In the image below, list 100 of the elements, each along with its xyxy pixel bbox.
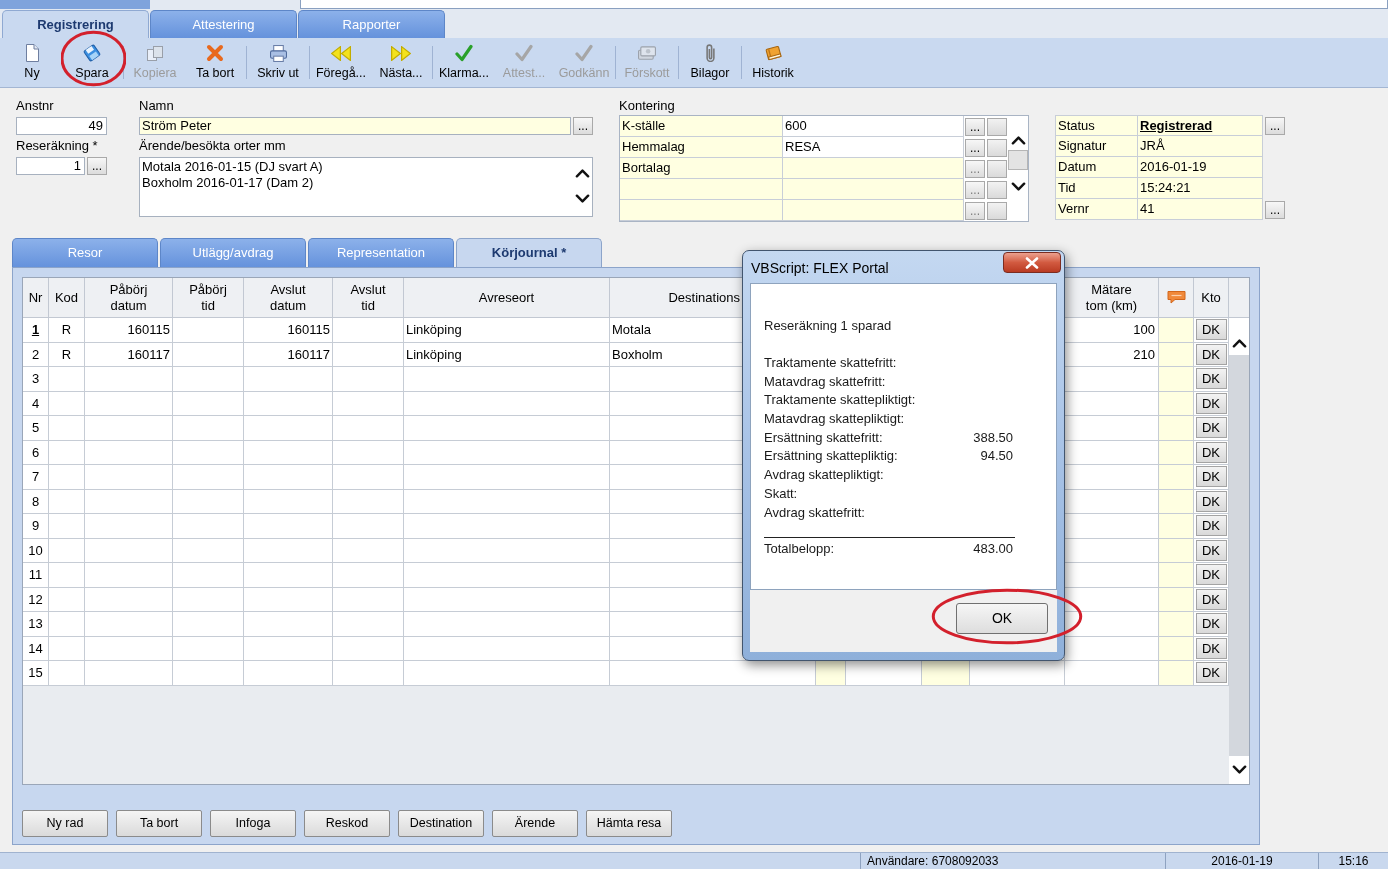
input-field[interactable]: 600 (783, 116, 964, 137)
lookup-button[interactable]: ... (965, 138, 985, 157)
tab[interactable]: Registrering (2, 10, 149, 38)
textarea-field[interactable]: Motala 2016-01-15 (DJ svart A) Boxholm 2016-01-17 (Dam 2) (139, 157, 593, 217)
table-cell (333, 661, 404, 686)
account-button[interactable]: DK (1195, 613, 1227, 635)
chevron-down-icon[interactable] (1231, 765, 1247, 775)
table-cell: 8 (23, 489, 49, 514)
table-cell[interactable] (1159, 514, 1194, 539)
grid-value: JRÅ (1138, 136, 1263, 157)
table-cell[interactable] (1159, 587, 1194, 612)
table-cell[interactable] (1159, 440, 1194, 465)
account-button[interactable]: DK (1195, 466, 1227, 488)
account-button[interactable]: DK (1195, 441, 1227, 463)
toolbar-button[interactable]: Föregå... (313, 38, 369, 87)
table-cell: 160117 (244, 342, 333, 367)
table-cell: 15 (23, 661, 49, 686)
action-button[interactable]: Ärende (492, 810, 578, 837)
table-cell: R (49, 318, 85, 343)
toolbar-button[interactable]: Klarma... (436, 38, 492, 87)
column-header: Avreseort (404, 278, 610, 318)
input-field[interactable]: RESA (783, 137, 964, 158)
action-button[interactable]: Hämta resa (586, 810, 672, 837)
table-cell[interactable] (816, 661, 846, 686)
table-cell (49, 367, 85, 392)
table-cell[interactable] (1159, 489, 1194, 514)
grid-label: Datum (1055, 157, 1138, 178)
scroll-thumb[interactable] (1008, 150, 1028, 170)
close-button[interactable] (1003, 252, 1061, 273)
chevron-down-icon[interactable] (574, 194, 590, 204)
action-button[interactable]: Infoga (210, 810, 296, 837)
table-cell[interactable] (1159, 318, 1194, 343)
input-field[interactable]: 49 (16, 117, 107, 135)
toolbar-button[interactable]: Ny (4, 38, 60, 87)
input-field[interactable]: 1 (16, 157, 85, 175)
table-cell[interactable] (1159, 416, 1194, 441)
double-right-arrow-icon (391, 45, 411, 61)
table-cell[interactable] (1159, 391, 1194, 416)
double-left-arrow-icon (331, 45, 351, 61)
status-text: 15:16 (1318, 853, 1388, 869)
table-cell (173, 587, 244, 612)
table-cell (333, 416, 404, 441)
lookup-button[interactable]: ... (1265, 200, 1285, 219)
account-button[interactable]: DK (1195, 392, 1227, 414)
table-cell: 14 (23, 636, 49, 661)
grid-value: 2016-01-19 (1138, 157, 1263, 178)
toolbar-button[interactable]: Nästa... (373, 38, 429, 87)
tab[interactable]: Körjournal * (456, 238, 602, 267)
table-cell (49, 391, 85, 416)
column-header: Avslut tid (333, 278, 404, 318)
lookup-button[interactable]: ... (573, 117, 593, 135)
table-cell[interactable] (1159, 612, 1194, 637)
chevron-up-icon[interactable] (1010, 135, 1026, 145)
table-cell (173, 416, 244, 441)
chevron-down-icon[interactable] (1010, 182, 1026, 192)
action-button[interactable]: Reskod (304, 810, 390, 837)
table-cell[interactable] (922, 661, 970, 686)
table-cell[interactable] (1159, 563, 1194, 588)
toolbar-button[interactable]: Skriv ut (250, 38, 306, 87)
chevron-up-icon[interactable] (574, 168, 590, 178)
account-button[interactable]: DK (1195, 343, 1227, 365)
chevron-up-icon[interactable] (1231, 337, 1247, 348)
account-button[interactable]: DK (1195, 417, 1227, 439)
summary-label: Avdrag skattepliktigt: (764, 466, 884, 485)
toolbar-button[interactable]: Historik (745, 38, 801, 87)
table-cell[interactable] (1159, 342, 1194, 367)
table-cell[interactable] (1159, 465, 1194, 490)
scrollbar[interactable] (1229, 318, 1249, 784)
action-button[interactable]: Ny rad (22, 810, 108, 837)
action-button[interactable]: Ta bort (116, 810, 202, 837)
table-cell (49, 563, 85, 588)
account-button[interactable]: DK (1195, 490, 1227, 512)
action-button[interactable]: Destination (398, 810, 484, 837)
account-button[interactable]: DK (1195, 637, 1227, 659)
table-cell[interactable] (1159, 538, 1194, 563)
lookup-button[interactable]: ... (87, 157, 107, 175)
toolbar-button[interactable]: Ta bort (187, 38, 243, 87)
table-cell: 11 (23, 563, 49, 588)
account-button[interactable]: DK (1195, 588, 1227, 610)
grid-label: Hemmalag (620, 137, 783, 158)
table-cell[interactable] (1159, 661, 1194, 686)
table-cell[interactable] (1159, 636, 1194, 661)
lookup-button[interactable]: ... (965, 117, 985, 136)
speech-bubble-icon (1166, 291, 1186, 304)
account-button[interactable]: DK (1195, 564, 1227, 586)
table-cell (173, 440, 244, 465)
input-field[interactable]: Ström Peter (139, 117, 571, 135)
account-button[interactable]: DK (1195, 515, 1227, 537)
account-button[interactable]: DK (1195, 319, 1227, 341)
table-cell[interactable] (1159, 367, 1194, 392)
table-cell (49, 489, 85, 514)
toolbar-button[interactable]: Bilagor (682, 38, 738, 87)
ok-button[interactable]: OK (956, 603, 1048, 634)
blank-button[interactable] (987, 201, 1007, 220)
account-button[interactable]: DK (1195, 368, 1227, 390)
table-cell: 13 (23, 612, 49, 637)
account-button[interactable]: DK (1195, 662, 1227, 684)
table-cell: 160117 (85, 342, 173, 367)
lookup-button[interactable]: ... (1265, 116, 1285, 135)
account-button[interactable]: DK (1195, 539, 1227, 561)
